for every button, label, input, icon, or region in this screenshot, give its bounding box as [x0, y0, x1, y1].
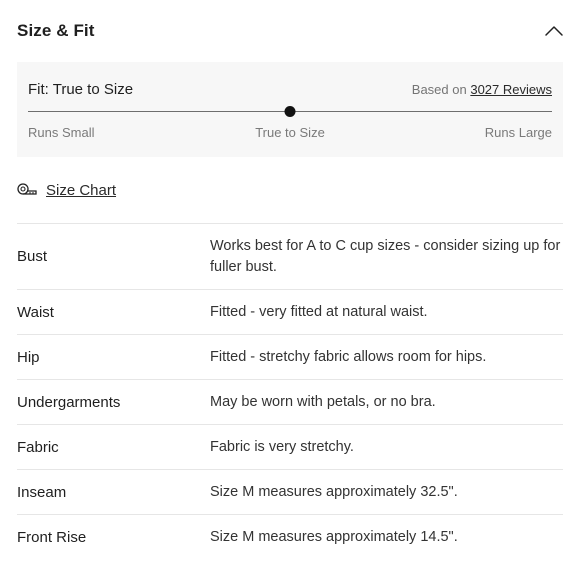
- fit-track: [28, 106, 552, 117]
- section-title: Size & Fit: [17, 21, 95, 40]
- spec-value: Works best for A to C cup sizes - consid…: [210, 237, 561, 275]
- spec-name: Inseam: [17, 483, 67, 501]
- fit-based-on: Based on 3027 Reviews: [412, 82, 552, 97]
- spec-row-inseam: Inseam Size M measures approximately 32.…: [17, 470, 563, 515]
- spec-row-fabric: Fabric Fabric is very stretchy.: [17, 425, 563, 470]
- reviews-link[interactable]: 3027 Reviews: [470, 82, 552, 97]
- spec-row-undergarments: Undergarments May be worn with petals, o…: [17, 380, 563, 425]
- size-fit-header[interactable]: Size & Fit: [17, 0, 563, 62]
- spec-value: Size M measures approximately 32.5".: [210, 483, 458, 500]
- spec-row-hip: Hip Fitted - stretchy fabric allows room…: [17, 335, 563, 380]
- spec-value: Fabric is very stretchy.: [210, 438, 354, 455]
- chevron-up-icon[interactable]: [543, 20, 565, 42]
- size-chart-label: Size Chart: [46, 181, 117, 199]
- size-fit-panel: Size & Fit Fit: True to Size Based on 30…: [17, 0, 563, 559]
- spec-value: Fitted - very fitted at natural waist.: [210, 303, 428, 320]
- fit-meter: Fit: True to Size Based on 3027 Reviews …: [17, 62, 563, 157]
- size-chart-link[interactable]: Size Chart: [17, 157, 563, 223]
- spec-name: Front Rise: [17, 528, 87, 546]
- spec-value: Fitted - stretchy fabric allows room for…: [210, 348, 487, 365]
- spec-name: Undergarments: [17, 393, 121, 411]
- spec-value: Size M measures approximately 14.5".: [210, 528, 458, 545]
- spec-row-waist: Waist Fitted - very fitted at natural wa…: [17, 290, 563, 335]
- spec-name: Bust: [17, 248, 48, 265]
- scale-runs-small: Runs Small: [28, 125, 95, 140]
- fit-marker: [284, 106, 296, 117]
- scale-true-to-size: True to Size: [255, 125, 325, 140]
- measuring-tape-icon: [17, 183, 37, 197]
- scale-runs-large: Runs Large: [484, 125, 552, 140]
- spec-value: May be worn with petals, or no bra.: [210, 393, 436, 410]
- spec-name: Waist: [17, 303, 54, 321]
- spec-row-front-rise: Front Rise Size M measures approximately…: [17, 515, 563, 559]
- fit-title: Fit: True to Size: [28, 81, 134, 98]
- based-on-prefix: Based on: [411, 82, 467, 97]
- spec-name: Fabric: [17, 438, 59, 456]
- spec-row-bust: Bust Works best for A to C cup sizes - c…: [17, 224, 563, 290]
- fit-specs-table: Bust Works best for A to C cup sizes - c…: [17, 223, 563, 559]
- spec-name: Hip: [17, 348, 40, 366]
